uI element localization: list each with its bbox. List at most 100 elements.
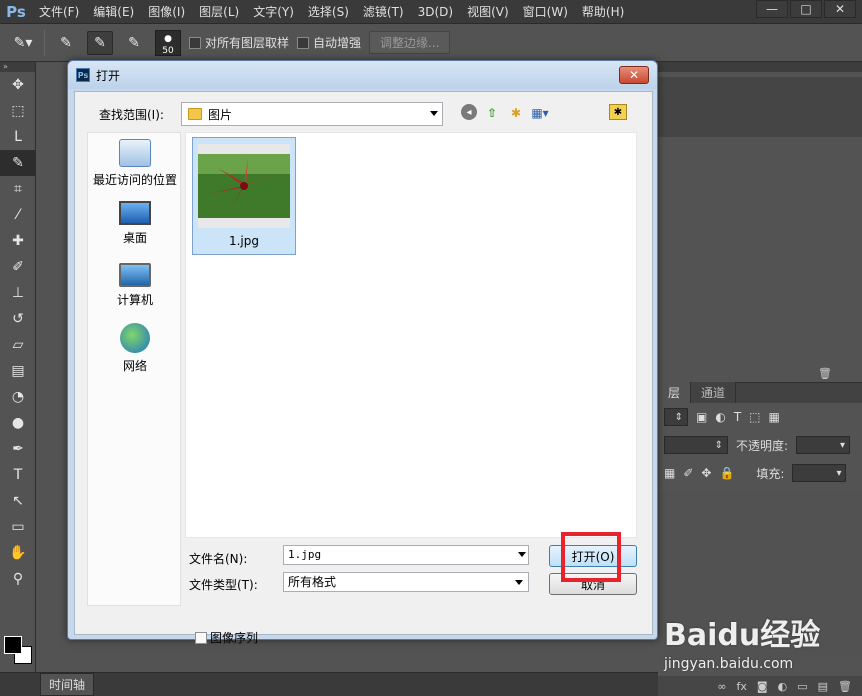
trash-icon[interactable]: 🗑: [818, 367, 832, 380]
lasso-tool-icon[interactable]: ᒪ: [0, 124, 36, 150]
filter-shape-icon[interactable]: ⬚: [749, 410, 760, 424]
place-computer[interactable]: 计算机: [88, 263, 182, 308]
add-to-selection-icon[interactable]: ✎: [87, 30, 113, 55]
menu-file[interactable]: 文件(F): [32, 0, 86, 24]
watermark-logo: Baidu经验: [664, 618, 821, 653]
quick-selection-tool-icon[interactable]: ✎: [0, 150, 36, 176]
gradient-tool-icon[interactable]: ▤: [0, 358, 36, 384]
lock-image-icon[interactable]: ✐: [683, 466, 693, 480]
filter-smart-object-icon[interactable]: ▦: [769, 410, 780, 424]
chevron-down-icon[interactable]: [430, 111, 438, 116]
new-selection-icon[interactable]: ✎: [53, 31, 79, 55]
layer-kind-dropdown[interactable]: ⇕: [664, 408, 688, 426]
auto-enhance-checkbox[interactable]: 自动增强: [297, 34, 361, 51]
move-tool-icon[interactable]: ✥: [0, 72, 36, 98]
menu-select[interactable]: 选择(S): [301, 0, 356, 24]
fill-field[interactable]: ▾: [792, 464, 847, 482]
crop-tool-icon[interactable]: ⌗: [0, 176, 36, 202]
history-brush-tool-icon[interactable]: ↺: [0, 306, 36, 332]
auto-enhance-label: 自动增强: [313, 36, 362, 50]
place-recent[interactable]: 最近访问的位置: [88, 139, 182, 188]
new-folder-icon[interactable]: ✱: [507, 104, 525, 122]
healing-brush-tool-icon[interactable]: ✚: [0, 228, 36, 254]
menu-image[interactable]: 图像(I): [141, 0, 192, 24]
filetype-label: 文件类型(T):: [189, 578, 258, 592]
place-desktop[interactable]: 桌面: [88, 201, 182, 246]
dialog-titlebar[interactable]: Ps 打开: [68, 61, 657, 89]
hand-tool-icon[interactable]: ✋: [0, 540, 36, 566]
sample-all-layers-checkbox[interactable]: 对所有图层取样: [189, 34, 289, 51]
back-icon[interactable]: ◂: [461, 104, 477, 120]
chevron-down-icon[interactable]: [518, 552, 526, 557]
file-item[interactable]: 1.jpg: [192, 137, 296, 255]
lock-all-icon[interactable]: 🔒: [719, 466, 734, 480]
menu-filter[interactable]: 滤镜(T): [356, 0, 411, 24]
filter-pixel-icon[interactable]: ▣: [696, 410, 707, 424]
color-swatches[interactable]: [4, 634, 34, 668]
checkbox-box[interactable]: [189, 36, 201, 49]
brush-tool-icon[interactable]: ✐: [0, 254, 36, 280]
dialog-close-button[interactable]: ✕: [619, 66, 649, 84]
filter-type-icon[interactable]: T: [734, 410, 741, 424]
place-label: 计算机: [116, 293, 153, 307]
look-in-label: 查找范围(I):: [99, 108, 164, 122]
status-bar: 时间轴: [0, 672, 658, 696]
highlight-box: [561, 532, 621, 582]
type-tool-icon[interactable]: T: [0, 462, 36, 488]
fill-label: 填充:: [756, 466, 785, 481]
place-network[interactable]: 网络: [88, 323, 182, 374]
options-bar: ✎▾ ✎ ✎ ✎ ● 50 对所有图层取样 自动增强 调整边缘...: [0, 24, 862, 62]
lock-position-icon[interactable]: ✥: [701, 466, 711, 480]
close-button[interactable]: ✕: [824, 0, 856, 18]
menu-layer[interactable]: 图层(L): [192, 0, 246, 24]
foreground-color-swatch[interactable]: [4, 636, 22, 654]
opacity-field[interactable]: ▾: [796, 436, 851, 454]
eyedropper-tool-icon[interactable]: ⁄: [0, 202, 36, 228]
opacity-label: 不透明度:: [736, 438, 789, 453]
blur-tool-icon[interactable]: ◔: [0, 384, 36, 410]
favorite-folder-icon[interactable]: ✱: [609, 104, 627, 120]
places-bar: 最近访问的位置 桌面 计算机 网络: [87, 132, 181, 606]
subtract-selection-icon[interactable]: ✎: [121, 31, 147, 55]
minimize-button[interactable]: —: [756, 0, 788, 18]
eraser-tool-icon[interactable]: ▱: [0, 332, 36, 358]
zoom-tool-icon[interactable]: ⚲: [0, 566, 36, 592]
checkbox-box[interactable]: [297, 36, 310, 49]
look-in-dropdown[interactable]: 图片: [181, 102, 443, 126]
marquee-tool-icon[interactable]: ⬚: [0, 98, 36, 124]
tools-panel-header[interactable]: »: [0, 62, 35, 72]
dodge-tool-icon[interactable]: ●: [0, 410, 36, 436]
image-sequence-checkbox[interactable]: 图像序列: [195, 629, 258, 646]
menu-help[interactable]: 帮助(H): [575, 0, 631, 24]
photoshop-app-icon: Ps: [76, 68, 90, 82]
menu-edit[interactable]: 编辑(E): [86, 0, 141, 24]
file-list[interactable]: 1.jpg: [185, 132, 637, 538]
checkbox-box[interactable]: [195, 631, 207, 644]
path-selection-tool-icon[interactable]: ↖: [0, 488, 36, 514]
blend-opacity-row: ⇕ 不透明度: ▾: [658, 431, 862, 459]
tab-layers[interactable]: 层: [658, 382, 692, 403]
timeline-tab[interactable]: 时间轴: [40, 673, 95, 696]
brush-size-picker[interactable]: ● 50: [155, 29, 181, 56]
view-menu-icon[interactable]: ▦▾: [531, 104, 549, 122]
menu-window[interactable]: 窗口(W): [516, 0, 575, 24]
chevron-down-icon[interactable]: [515, 580, 523, 585]
up-folder-icon[interactable]: ⇧: [483, 104, 501, 122]
filetype-select[interactable]: 所有格式: [283, 572, 529, 592]
menu-type[interactable]: 文字(Y): [246, 0, 301, 24]
menu-bar: Ps 文件(F) 编辑(E) 图像(I) 图层(L) 文字(Y) 选择(S) 滤…: [0, 0, 862, 24]
blend-mode-dropdown[interactable]: ⇕: [664, 436, 728, 454]
pen-tool-icon[interactable]: ✒: [0, 436, 36, 462]
tab-channels[interactable]: 通道: [691, 382, 737, 403]
rectangle-tool-icon[interactable]: ▭: [0, 514, 36, 540]
menu-view[interactable]: 视图(V): [460, 0, 516, 24]
maximize-button[interactable]: □: [790, 0, 822, 18]
clone-stamp-tool-icon[interactable]: ⊥: [0, 280, 36, 306]
place-label: 桌面: [122, 231, 147, 245]
menu-3d[interactable]: 3D(D): [411, 0, 460, 24]
filename-input[interactable]: 1.jpg: [283, 545, 529, 565]
quick-selection-preset-icon[interactable]: ✎▾: [10, 31, 36, 55]
refine-edge-button[interactable]: 调整边缘...: [369, 31, 451, 54]
filter-adjustment-icon[interactable]: ◐: [715, 410, 725, 424]
lock-pixels-icon[interactable]: ▦: [664, 466, 675, 480]
